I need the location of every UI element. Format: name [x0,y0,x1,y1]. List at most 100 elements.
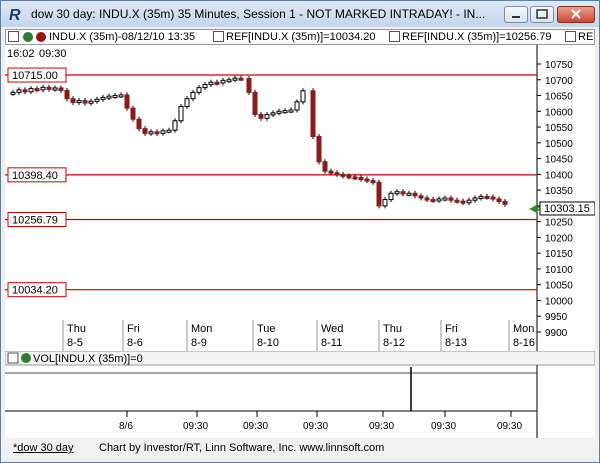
main-study-label[interactable]: INDU.X (35m)-08/12/10 13:35 [49,31,195,43]
y-tick-label: 10200 [545,233,573,244]
reference-line-label: 10715.00 [12,70,58,82]
y-tick-label: 10000 [545,296,573,307]
day-of-week-label: Wed [321,323,343,335]
reference-line-label: 10398.40 [12,170,58,182]
study-red-dot-icon[interactable] [36,32,46,42]
maximize-button[interactable] [530,6,554,23]
price-candle [208,81,214,85]
price-candle [220,79,226,84]
ref3-label[interactable]: REF[ [578,31,594,43]
y-tick-label: 10450 [545,155,573,166]
ref1-checkbox[interactable] [213,31,224,42]
price-candle [178,106,184,122]
price-candle [484,195,490,199]
price-candle [460,200,466,204]
price-candle [358,177,364,181]
price-candle [442,197,448,201]
volume-pane[interactable]: VOL[INDU.X (35m)]=0 8/6 09:30 09:30 09:30 09… [4,350,596,438]
price-candle [258,113,264,119]
price-candle [52,87,58,91]
price-candle [370,180,376,184]
price-candle [124,94,130,109]
ref3-checkbox[interactable] [565,31,576,42]
y-tick-label: 9900 [545,328,568,339]
date-label: 8-11 [321,337,342,349]
price-candle [184,98,190,108]
date-label: 8-13 [445,337,467,349]
study-toolbar: INDU.X (35m)-08/12/10 13:35 REF[INDU.X (… [5,29,595,45]
price-candle [154,131,160,135]
y-tick-label: 10600 [545,107,573,118]
price-candle [214,81,220,85]
volume-x-label: 8/6 [119,421,133,432]
date-label: 8-5 [67,337,83,349]
price-candle [142,128,148,134]
price-candle [252,91,258,115]
volume-label[interactable]: VOL[INDU.X (35m)]=0 [33,353,143,365]
price-candle [340,173,346,177]
chart-options-checkbox[interactable] [8,31,19,42]
price-candle [454,199,460,203]
price-candle [316,136,322,163]
price-candle [478,195,484,199]
price-candle [294,101,300,111]
price-candle [82,100,88,104]
price-candle [270,112,276,116]
ref2-label[interactable]: REF[INDU.X (35m)]=10256.79 [402,31,551,43]
price-candle [328,170,334,174]
price-candle [310,90,316,138]
price-candle [64,89,70,100]
chart-tab[interactable]: *dow 30 day [13,442,74,454]
volume-x-label: 09:30 [369,421,394,432]
price-candle [160,130,166,134]
price-candle [34,88,40,92]
minimize-button[interactable] [504,6,528,23]
price-candle [282,110,288,114]
price-candle [232,77,238,81]
price-candle [382,199,388,207]
ref1-label[interactable]: REF[INDU.X (35m)]=10034.20 [226,31,375,43]
volume-chart-canvas[interactable]: VOL[INDU.X (35m)]=0 8/6 09:30 09:30 09:30 09… [4,350,596,438]
price-candle [118,94,124,98]
volume-checkbox[interactable] [7,352,19,364]
price-candle [502,200,508,205]
title-bar[interactable]: R dow 30 day: INDU.X (35m) 35 Minutes, S… [1,1,599,27]
study-green-dot-icon[interactable] [23,32,33,42]
price-candle [94,98,100,102]
price-chart-canvas[interactable]: 16:02 09:30 10715.00 10398.40 10256.79 1003… [5,45,596,351]
price-chart[interactable]: 16:02 09:30 10715.00 10398.40 10256.79 1003… [5,45,596,351]
price-candle [76,100,82,104]
y-tick-label: 10150 [545,249,573,260]
price-candle [136,118,142,130]
price-candle [400,191,406,195]
y-tick-label: 10400 [545,170,573,181]
last-price-marker: ✱ 10303.15 [529,201,596,216]
day-of-week-label: Thu [383,323,402,335]
y-tick-label: 10550 [545,123,573,134]
price-candle [388,192,394,201]
close-button[interactable] [557,6,595,23]
price-candle [352,176,358,180]
y-tick-label: 10250 [545,218,573,229]
volume-x-label: 09:30 [183,421,208,432]
last-price-star-icon: ✱ [532,204,540,215]
date-label: 8-16 [513,337,535,349]
volume-x-label: 09:30 [431,421,456,432]
price-candle [16,89,22,93]
price-candle [106,95,112,99]
price-candle [88,100,94,104]
price-candle [276,110,282,114]
credit-text: Chart by Investor/RT, Linn Software, Inc… [99,442,385,454]
price-candle [166,129,172,133]
price-candle [466,199,472,204]
reference-line-label: 10256.79 [12,215,58,227]
price-candle [288,109,294,113]
volume-x-label: 09:30 [303,421,328,432]
investor-rt-logo-icon[interactable]: R [7,5,25,23]
price-candle [412,192,418,197]
volume-green-dot-icon[interactable] [21,353,31,363]
ref2-checkbox[interactable] [389,31,400,42]
day-of-week-label: Mon [513,323,534,335]
price-candle [28,88,34,93]
price-candle [238,77,244,81]
